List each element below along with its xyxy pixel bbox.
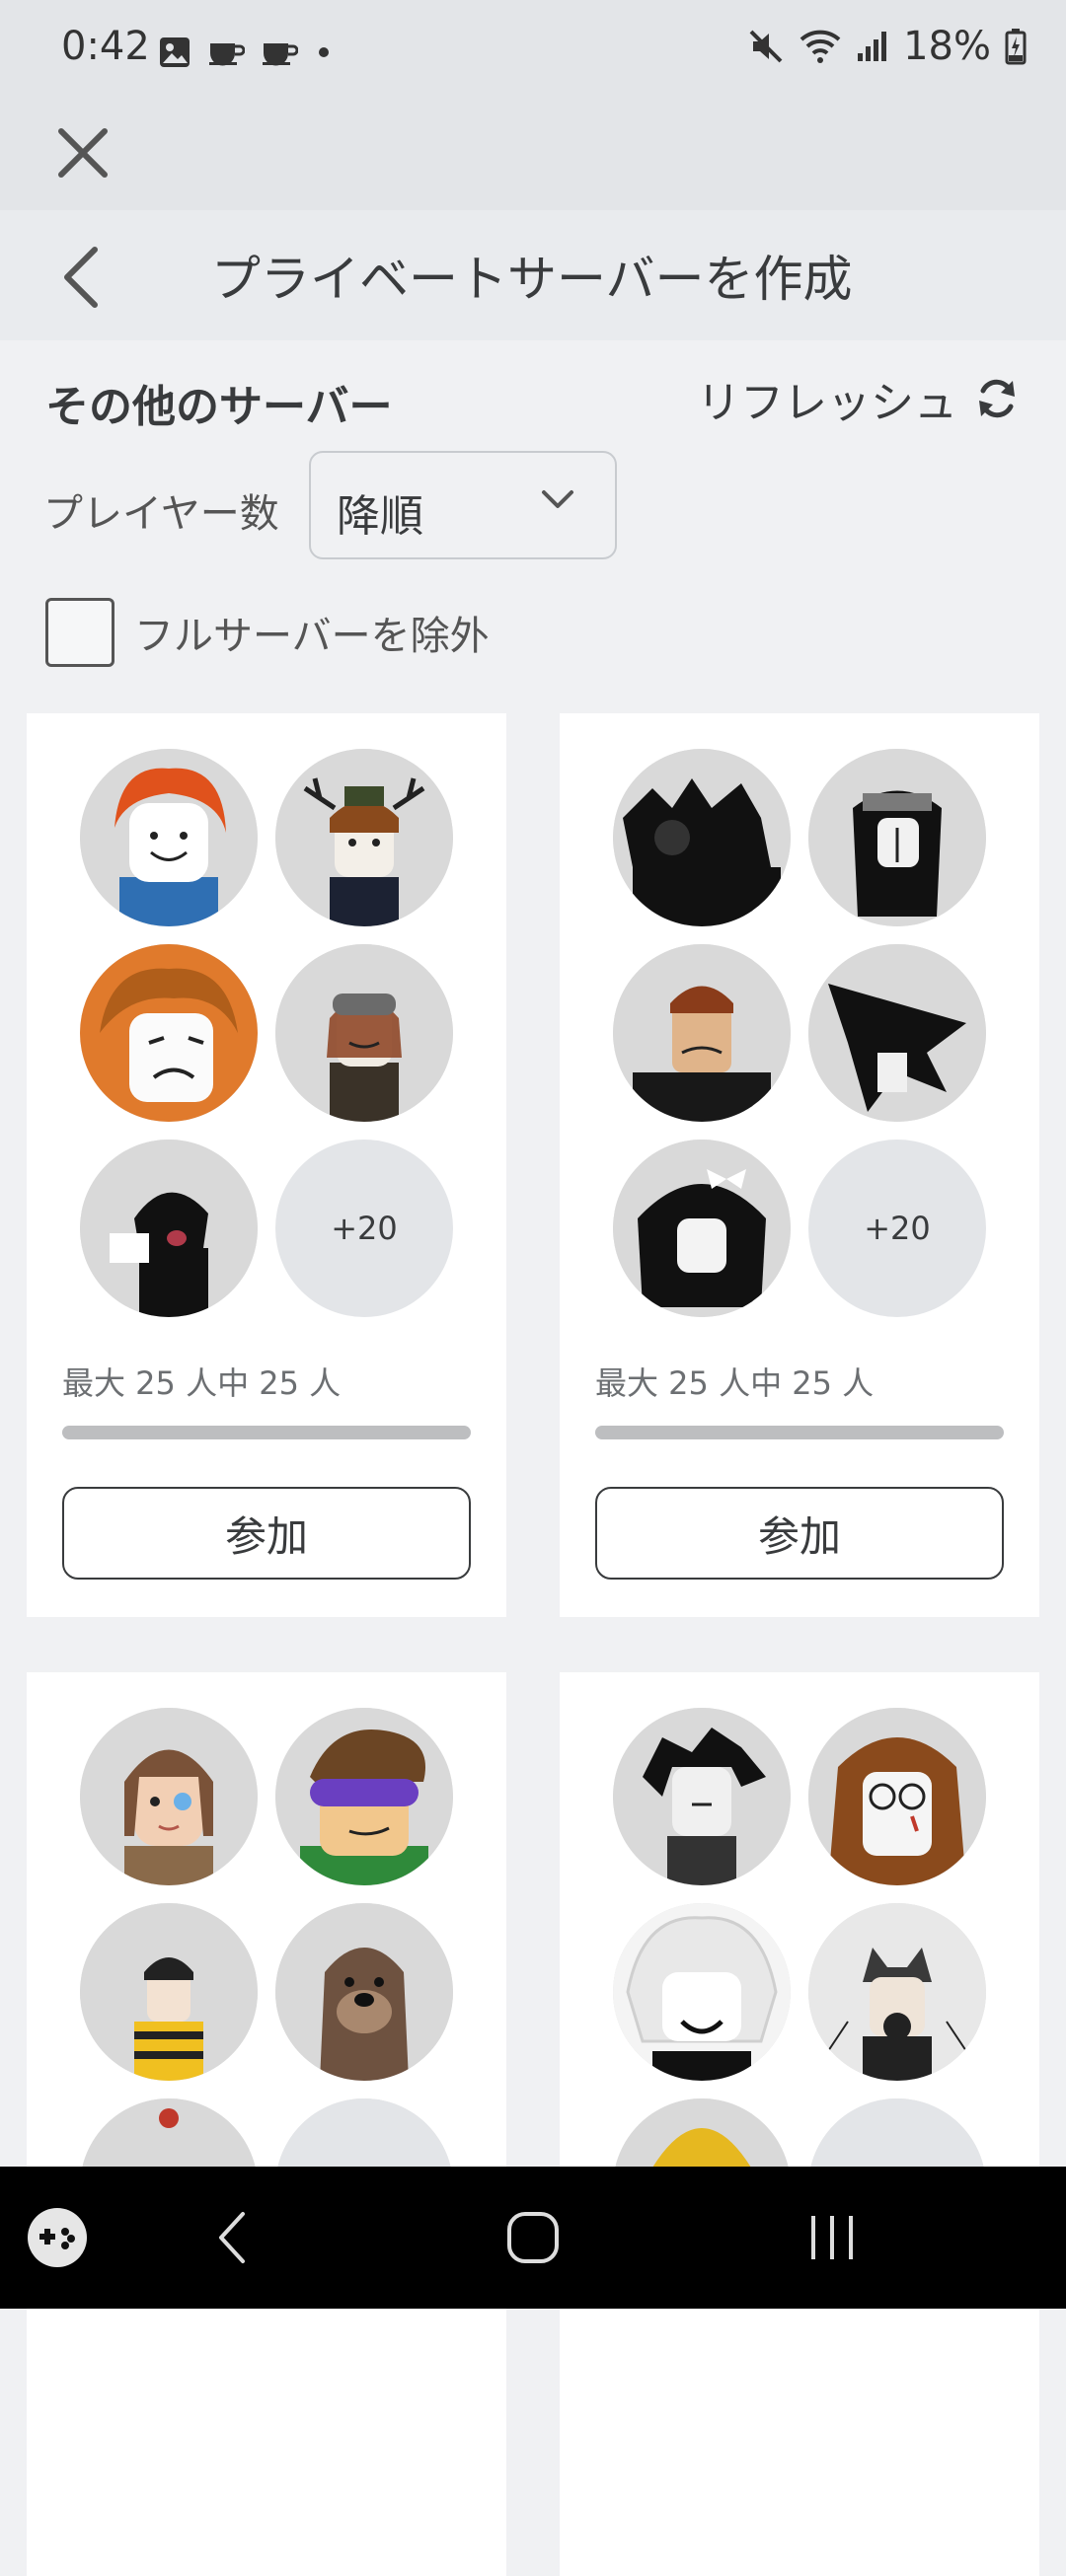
gamepad-icon	[28, 2208, 87, 2267]
join-button[interactable]: 参加	[595, 1487, 1004, 1580]
player-avatar[interactable]	[613, 1708, 791, 1885]
server-card	[27, 1672, 506, 2576]
refresh-button[interactable]: リフレッシュ	[697, 367, 1021, 430]
status-system-icons: 18%	[747, 24, 1027, 69]
server-card: +20 最大 25 人中 25 人 参加	[560, 713, 1039, 1617]
capacity-text: 最大 25 人中 25 人	[62, 1364, 342, 1402]
player-avatar[interactable]	[613, 1140, 791, 1317]
player-avatar[interactable]	[808, 1903, 986, 2081]
player-avatar[interactable]	[80, 1903, 258, 2081]
player-avatar[interactable]	[613, 1903, 791, 2081]
refresh-label: リフレッシュ	[697, 378, 957, 428]
player-avatar[interactable]	[613, 944, 791, 1122]
page-title: プライベートサーバーを作成	[211, 251, 853, 308]
recents-icon	[811, 2216, 853, 2259]
player-avatar[interactable]	[275, 1903, 453, 2081]
status-time: 0:42	[61, 24, 150, 69]
chevron-down-icon	[542, 490, 573, 508]
back-button[interactable]	[51, 242, 114, 313]
capacity-progress	[595, 1426, 1004, 1439]
capacity-progress-fill	[595, 1426, 1004, 1439]
status-notification-icons	[158, 36, 334, 69]
player-avatar[interactable]	[808, 944, 986, 1122]
more-players-badge: +20	[808, 1140, 986, 1317]
server-card: +20 最大 25 人中 25 人 参加	[27, 713, 506, 1617]
home-icon	[507, 2212, 559, 2263]
battery-percent: 18%	[903, 24, 991, 69]
sort-selected-value: 降順	[337, 491, 423, 542]
page-header: プライベートサーバーを作成	[0, 210, 1066, 340]
player-avatar[interactable]	[808, 749, 986, 926]
nav-back-button[interactable]	[213, 2210, 253, 2269]
player-avatar[interactable]	[80, 944, 258, 1122]
battery-charging-icon	[1005, 29, 1027, 65]
sort-dropdown[interactable]: 降順	[309, 451, 617, 559]
coffee-icon	[263, 43, 298, 66]
player-avatar[interactable]	[275, 1708, 453, 1885]
refresh-icon	[979, 379, 1015, 418]
game-launcher-button[interactable]	[26, 2206, 89, 2273]
signal-icon	[858, 32, 887, 61]
close-icon	[58, 128, 108, 178]
capacity-progress-fill	[62, 1426, 471, 1439]
chevron-left-icon	[64, 247, 98, 308]
back-icon	[219, 2212, 245, 2263]
server-card	[560, 1672, 1039, 2576]
player-avatar[interactable]	[613, 749, 791, 926]
nav-recents-button[interactable]	[807, 2210, 857, 2269]
section-title: その他のサーバー	[45, 382, 393, 432]
player-avatar[interactable]	[80, 749, 258, 926]
mute-icon	[749, 30, 783, 63]
exclude-full-label: フルサーバーを除外	[134, 614, 490, 659]
sort-label: プレイヤー数	[43, 491, 279, 537]
close-button[interactable]	[47, 117, 118, 188]
dot-icon	[319, 47, 329, 57]
player-avatar[interactable]	[275, 749, 453, 926]
player-avatar[interactable]	[80, 1140, 258, 1317]
status-bar: 0:42 18%	[0, 0, 1066, 104]
join-button[interactable]: 参加	[62, 1487, 471, 1580]
gallery-icon	[160, 37, 190, 67]
player-avatar[interactable]	[275, 944, 453, 1122]
nav-home-button[interactable]	[505, 2210, 561, 2269]
wifi-icon	[800, 30, 841, 63]
capacity-progress	[62, 1426, 471, 1439]
coffee-icon	[209, 43, 245, 66]
exclude-full-checkbox[interactable]	[45, 598, 114, 667]
modal-top-bar	[0, 104, 1066, 210]
more-players-badge: +20	[275, 1140, 453, 1317]
player-avatar[interactable]	[808, 1708, 986, 1885]
player-avatar[interactable]	[80, 1708, 258, 1885]
capacity-text: 最大 25 人中 25 人	[595, 1364, 875, 1402]
system-nav-bar	[0, 2167, 1066, 2309]
